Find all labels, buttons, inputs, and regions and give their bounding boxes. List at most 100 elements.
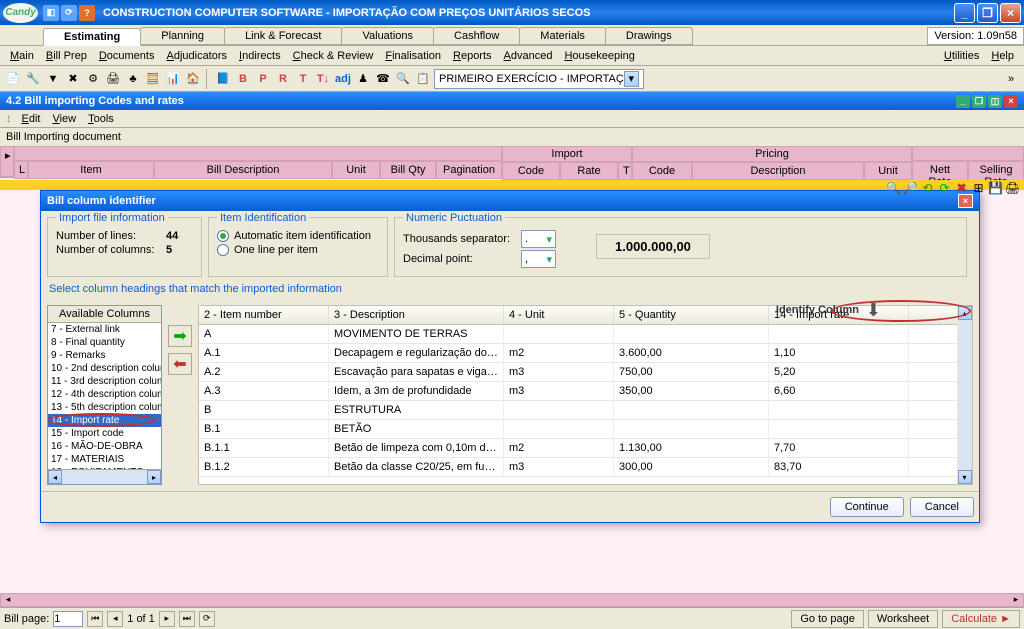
excel-icon[interactable]: ⊞	[971, 180, 986, 195]
table-header[interactable]: 4 - Unit	[504, 306, 614, 324]
main-tab-link-forecast[interactable]: Link & Forecast	[224, 27, 342, 45]
tool-icon[interactable]: 🖨	[104, 70, 122, 88]
scroll-right-icon[interactable]: ▸	[147, 470, 161, 484]
list-item[interactable]: 10 - 2nd description column	[48, 362, 161, 375]
zoom-out-icon[interactable]: 🔎	[903, 180, 918, 195]
main-tab-drawings[interactable]: Drawings	[605, 27, 693, 45]
col-bill-qty[interactable]: Bill Qty	[380, 161, 436, 179]
submenu-view[interactable]: View	[46, 113, 82, 125]
list-item[interactable]: 11 - 3rd description column	[48, 375, 161, 388]
menu-check-review[interactable]: Check & Review	[287, 50, 380, 62]
list-item[interactable]: 17 - MATERIAIS	[48, 453, 161, 466]
nav-back-icon[interactable]: ⟲	[920, 180, 935, 195]
col-bill-desc[interactable]: Bill Description	[154, 161, 332, 179]
last-page-button[interactable]: ⏭	[179, 611, 195, 627]
menu-main[interactable]: Main	[4, 50, 40, 62]
tool-icon[interactable]: 🏠	[184, 70, 202, 88]
doc-max-icon[interactable]: ❐	[972, 95, 986, 108]
toolbar-expand-icon[interactable]: »	[1002, 70, 1020, 88]
add-column-button[interactable]: ➡	[168, 325, 192, 347]
thousands-select[interactable]: . ▾	[521, 230, 556, 248]
list-item[interactable]: 16 - MÃO-DE-OBRA	[48, 440, 161, 453]
decimal-select[interactable]: , ▾	[521, 250, 556, 268]
main-tab-planning[interactable]: Planning	[140, 27, 225, 45]
menu-utilities[interactable]: Utilities	[938, 50, 985, 62]
worksheet-button[interactable]: Worksheet	[868, 610, 938, 628]
menu-housekeeping[interactable]: Housekeeping	[558, 50, 640, 62]
list-item[interactable]: 14 - Import rate	[48, 414, 161, 427]
main-tab-valuations[interactable]: Valuations	[341, 27, 434, 45]
remove-column-button[interactable]: ⬅	[168, 353, 192, 375]
row-marker[interactable]: ▸	[0, 146, 14, 177]
minimize-button[interactable]: _	[954, 3, 975, 23]
cancel-button[interactable]: Cancel	[910, 497, 974, 517]
radio-auto-ident[interactable]: Automatic item identification	[217, 230, 379, 242]
tool-icon[interactable]: ♣	[124, 70, 142, 88]
nav-fwd-icon[interactable]: ⟳	[937, 180, 952, 195]
table-row[interactable]: A.3Idem, a 3m de profundidadem3350,006,6…	[199, 382, 957, 401]
scroll-left-icon[interactable]: ◂	[48, 470, 62, 484]
col-imp-code[interactable]: Code	[502, 162, 560, 180]
tool-icon[interactable]: ☎	[374, 70, 392, 88]
project-combo[interactable]: PRIMEIRO EXERCÍCIO - IMPORTAÇ ▾	[434, 69, 644, 89]
menu-advanced[interactable]: Advanced	[498, 50, 559, 62]
calculate-button[interactable]: Calculate ►	[942, 610, 1020, 628]
table-row[interactable]: B.1BETÃO	[199, 420, 957, 439]
tool-icon[interactable]: ✖	[64, 70, 82, 88]
list-item[interactable]: 7 - External link	[48, 323, 161, 336]
table-row[interactable]: B.1.1Betão de limpeza com 0,10m de es...…	[199, 439, 957, 458]
page-input[interactable]	[53, 611, 83, 627]
list-item[interactable]: 9 - Remarks	[48, 349, 161, 362]
next-page-button[interactable]: ▸	[159, 611, 175, 627]
maximize-button[interactable]: ❐	[977, 3, 998, 23]
save-icon[interactable]: 💾	[988, 180, 1003, 195]
list-item[interactable]: 13 - 5th description column	[48, 401, 161, 414]
table-row[interactable]: BESTRUTURA	[199, 401, 957, 420]
col-imp-rate[interactable]: Rate	[560, 162, 618, 180]
goto-page-button[interactable]: Go to page	[791, 610, 863, 628]
tool-p-icon[interactable]: P	[254, 70, 272, 88]
titlebar-icon-3[interactable]: ?	[79, 5, 95, 21]
prev-page-button[interactable]: ◂	[107, 611, 123, 627]
tool-adj-icon[interactable]: adj	[334, 70, 352, 88]
list-item[interactable]: 8 - Final quantity	[48, 336, 161, 349]
col-unit[interactable]: Unit	[332, 161, 380, 179]
main-tab-materials[interactable]: Materials	[519, 27, 606, 45]
col-imp-t[interactable]: T	[618, 162, 632, 180]
table-header[interactable]: 3 - Description	[329, 306, 504, 324]
radio-one-line[interactable]: One line per item	[217, 244, 379, 256]
tool-icon[interactable]: 📊	[164, 70, 182, 88]
col-pr-desc[interactable]: Description	[692, 162, 864, 180]
table-header[interactable]: 2 - Item number	[199, 306, 329, 324]
available-columns-listbox[interactable]: Available Columns 7 - External link8 - F…	[47, 305, 162, 485]
table-row[interactable]: A.1Decapagem e regularização do terr...m…	[199, 344, 957, 363]
submenu-tools[interactable]: Tools	[82, 113, 120, 125]
chevron-down-icon[interactable]: ▾	[624, 71, 639, 87]
menu-indirects[interactable]: Indirects	[233, 50, 287, 62]
main-tab-cashflow[interactable]: Cashflow	[433, 27, 520, 45]
print-icon[interactable]: 🖨	[1005, 180, 1020, 195]
table-header[interactable]: 5 - Quantity	[614, 306, 769, 324]
doc-min-icon[interactable]: _	[956, 95, 970, 108]
continue-button[interactable]: Continue	[830, 497, 904, 517]
menu-bill-prep[interactable]: Bill Prep	[40, 50, 93, 62]
doc-close-icon[interactable]: ×	[1004, 95, 1018, 108]
submenu-edit[interactable]: Edit	[16, 113, 47, 125]
col-pagination[interactable]: Pagination	[436, 161, 502, 179]
scroll-down-icon[interactable]: ▾	[958, 470, 972, 484]
table-row[interactable]: AMOVIMENTO DE TERRAS	[199, 325, 957, 344]
tool-icon[interactable]: 🧮	[144, 70, 162, 88]
close-button[interactable]: ×	[1000, 3, 1021, 23]
tool-icon[interactable]: 📋	[414, 70, 432, 88]
first-page-button[interactable]: ⏮	[87, 611, 103, 627]
list-item[interactable]: 18 - EQUIPAMENTO	[48, 466, 161, 469]
tool-icon[interactable]: 📘	[214, 70, 232, 88]
titlebar-icon-1[interactable]: ◧	[43, 5, 59, 21]
tool-icon[interactable]: 🔧	[24, 70, 42, 88]
red-x-icon[interactable]: ✖	[954, 180, 969, 195]
refresh-page-button[interactable]: ⟳	[199, 611, 215, 627]
list-item[interactable]: 15 - Import code	[48, 427, 161, 440]
tool-icon[interactable]: 🔍	[394, 70, 412, 88]
col-pr-unit[interactable]: Unit	[864, 162, 912, 180]
tool-tadj-icon[interactable]: T↓	[314, 70, 332, 88]
